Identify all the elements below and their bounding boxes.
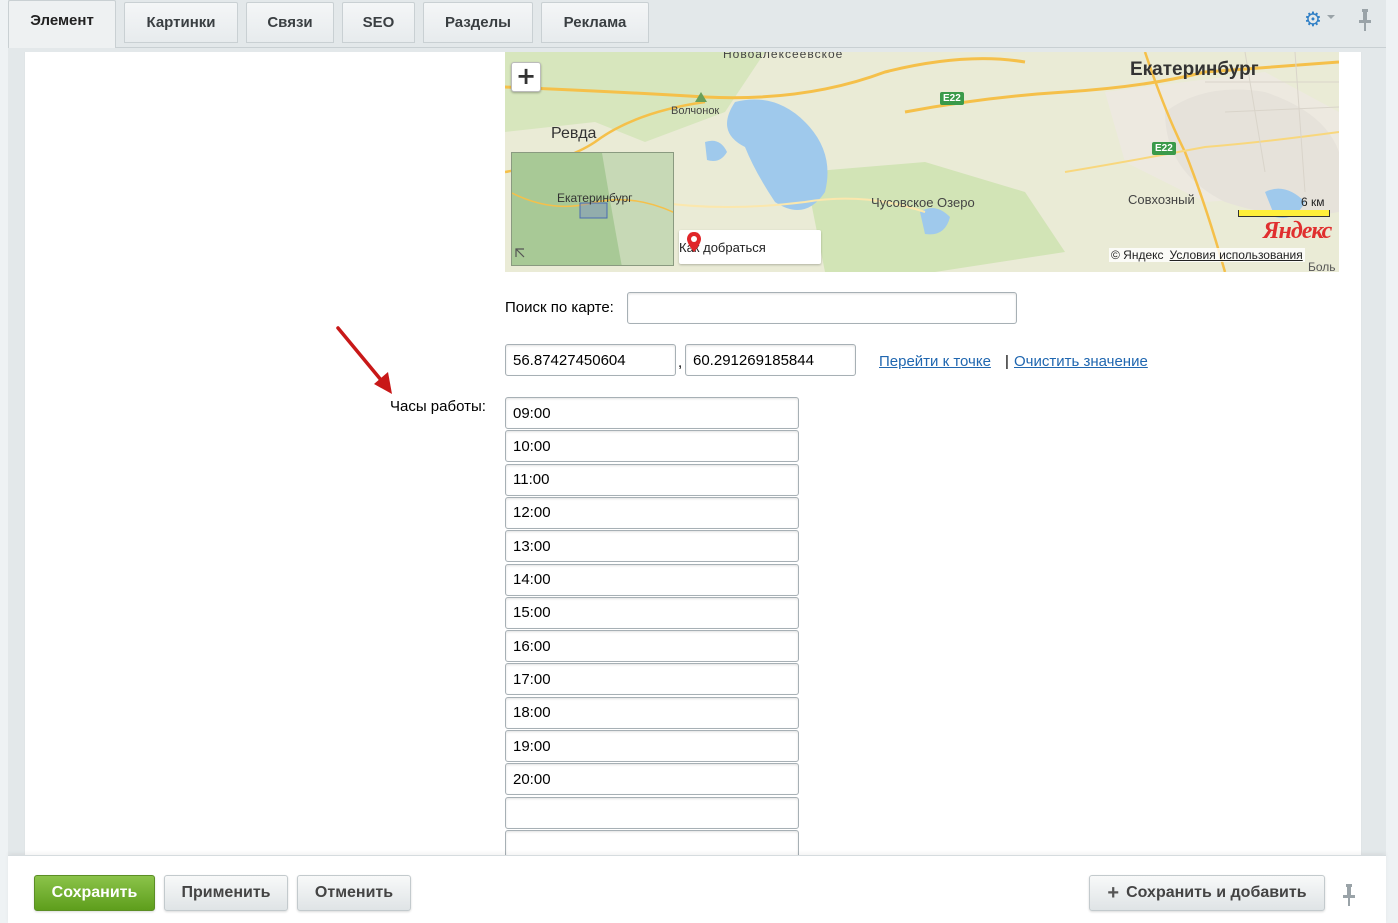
working-hours-input[interactable]: [505, 496, 799, 529]
plus-icon: +: [1107, 881, 1120, 904]
save-and-add-button[interactable]: + Сохранить и добавить: [1089, 875, 1325, 911]
terms-link[interactable]: Условия использования: [1170, 248, 1303, 262]
scale-label: 6 км: [1301, 195, 1325, 209]
working-hours-input[interactable]: [505, 763, 799, 796]
tab-bar: Элемент Картинки Связи SEO Разделы Рекла…: [8, 0, 1386, 48]
working-hours-input[interactable]: [505, 430, 799, 463]
gear-icon[interactable]: ⚙: [1302, 9, 1324, 31]
map-label-novoalekseevskoe: Новоалексеевское: [723, 52, 844, 61]
working-hours-input[interactable]: [505, 596, 799, 629]
footer-toolbar: Сохранить Применить Отменить + Сохранить…: [8, 855, 1386, 923]
map-label-bol: Боль: [1308, 260, 1336, 272]
goto-point-link[interactable]: Перейти к точке: [879, 353, 991, 370]
chevron-down-icon[interactable]: [1327, 15, 1335, 19]
map-label-volchonok: Волчонок: [671, 105, 720, 117]
minimap[interactable]: Екатеринбург: [511, 152, 674, 266]
working-hours-input[interactable]: [505, 696, 799, 729]
route-button[interactable]: Как добраться: [679, 230, 821, 264]
copyright-text: © Яндекс: [1111, 248, 1164, 262]
map-copyright: © Яндекс Условия использования: [1109, 248, 1305, 262]
tab-pictures[interactable]: Картинки: [124, 2, 238, 43]
map-label-ekaterinburg: Екатеринбург: [1130, 59, 1259, 80]
minimap-label: Екатеринбург: [557, 191, 633, 205]
map-label-revda: Ревда: [551, 125, 597, 142]
working-hours-input[interactable]: [505, 563, 799, 596]
tab-links[interactable]: Связи: [246, 2, 334, 43]
scale-bar: [1238, 210, 1330, 217]
working-hours-input[interactable]: [505, 463, 799, 496]
working-hours-input[interactable]: [505, 829, 799, 855]
pin-icon[interactable]: [1342, 884, 1356, 906]
link-divider: |: [1005, 353, 1009, 370]
map-pin-icon: [687, 232, 701, 252]
yandex-logo: Яндекс: [1263, 218, 1332, 244]
working-hours-input[interactable]: [505, 630, 799, 663]
working-hours-input[interactable]: [505, 663, 799, 696]
yandex-map[interactable]: + Новоалексеевское Екатеринбург Ревда Во…: [505, 52, 1339, 272]
working-hours-label: Часы работы:: [390, 398, 486, 415]
tab-seo[interactable]: SEO: [342, 2, 415, 43]
longitude-input[interactable]: [685, 344, 856, 376]
save-and-add-label: Сохранить и добавить: [1126, 884, 1307, 901]
minimap-tiles: [512, 153, 673, 265]
tab-element[interactable]: Элемент: [8, 0, 116, 48]
working-hours-input[interactable]: [505, 796, 799, 829]
tab-advertising[interactable]: Реклама: [541, 2, 649, 43]
apply-button[interactable]: Применить: [164, 875, 288, 911]
working-hours-input[interactable]: [505, 730, 799, 762]
tab-sections[interactable]: Разделы: [423, 2, 533, 43]
working-hours-input[interactable]: [505, 397, 799, 429]
clear-value-link[interactable]: Очистить значение: [1014, 353, 1148, 370]
coords-separator: ,: [678, 354, 683, 371]
working-hours-input[interactable]: [505, 530, 799, 563]
map-label-chusovskoe: Чусовское Озеро: [871, 195, 975, 210]
map-search-input[interactable]: [627, 292, 1017, 324]
latitude-input[interactable]: [505, 344, 676, 376]
map-search-label: Поиск по карте:: [505, 299, 614, 316]
map-label-sovkhozny: Совхозный: [1128, 192, 1195, 207]
pin-icon[interactable]: [1358, 9, 1372, 31]
zoom-in-button[interactable]: +: [511, 62, 541, 92]
save-button[interactable]: Сохранить: [34, 875, 155, 911]
road-sign-e22-2: E22: [1152, 142, 1176, 155]
red-arrow-annotation: [336, 326, 392, 394]
cancel-button[interactable]: Отменить: [297, 875, 411, 911]
road-sign-e22: E22: [940, 92, 964, 105]
content-area: + Новоалексеевское Екатеринбург Ревда Во…: [24, 52, 1362, 855]
